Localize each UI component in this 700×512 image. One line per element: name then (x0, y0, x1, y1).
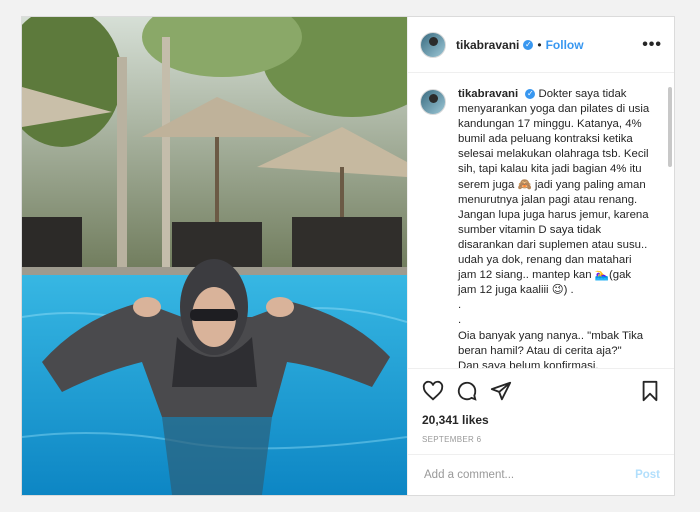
avatar[interactable] (420, 31, 446, 58)
likes-count[interactable]: 20,341 likes (422, 413, 660, 427)
caption-text: Dokter saya tidak menyarankan yoga dan p… (458, 88, 650, 368)
comment-icon[interactable] (456, 380, 478, 402)
share-icon[interactable] (490, 380, 512, 402)
post-photo[interactable] (22, 17, 407, 495)
post-date[interactable]: SEPTEMBER 6 (422, 435, 660, 444)
separator-dot: • (537, 37, 542, 52)
verified-badge-icon: ✓ (523, 39, 534, 50)
pool-photo-illustration (22, 17, 407, 495)
post-comment-button[interactable]: Post (635, 469, 660, 481)
verified-badge-icon: ✓ (525, 88, 536, 99)
username[interactable]: tikabravani (456, 38, 519, 52)
bookmark-icon[interactable] (640, 380, 660, 402)
heart-icon[interactable] (422, 380, 444, 402)
comment-input[interactable] (422, 468, 636, 482)
comments-section: tikabravani ✓ Dokter saya tidak menyaran… (408, 73, 674, 368)
instagram-post: tikabravani ✓ • Follow ••• tikabravani ✓… (21, 16, 675, 496)
caption-username[interactable]: tikabravani (458, 88, 518, 100)
avatar[interactable] (420, 89, 446, 115)
post-actions: 20,341 likes SEPTEMBER 6 (408, 368, 674, 454)
caption: tikabravani ✓ Dokter saya tidak menyaran… (458, 87, 649, 368)
follow-button[interactable]: Follow (546, 38, 584, 52)
scrollbar[interactable] (668, 87, 672, 167)
post-sidebar: tikabravani ✓ • Follow ••• tikabravani ✓… (407, 17, 674, 495)
more-options-icon[interactable]: ••• (642, 36, 662, 54)
post-header: tikabravani ✓ • Follow ••• (408, 17, 674, 73)
caption-row: tikabravani ✓ Dokter saya tidak menyaran… (420, 87, 656, 368)
add-comment-bar: Post (408, 454, 674, 495)
